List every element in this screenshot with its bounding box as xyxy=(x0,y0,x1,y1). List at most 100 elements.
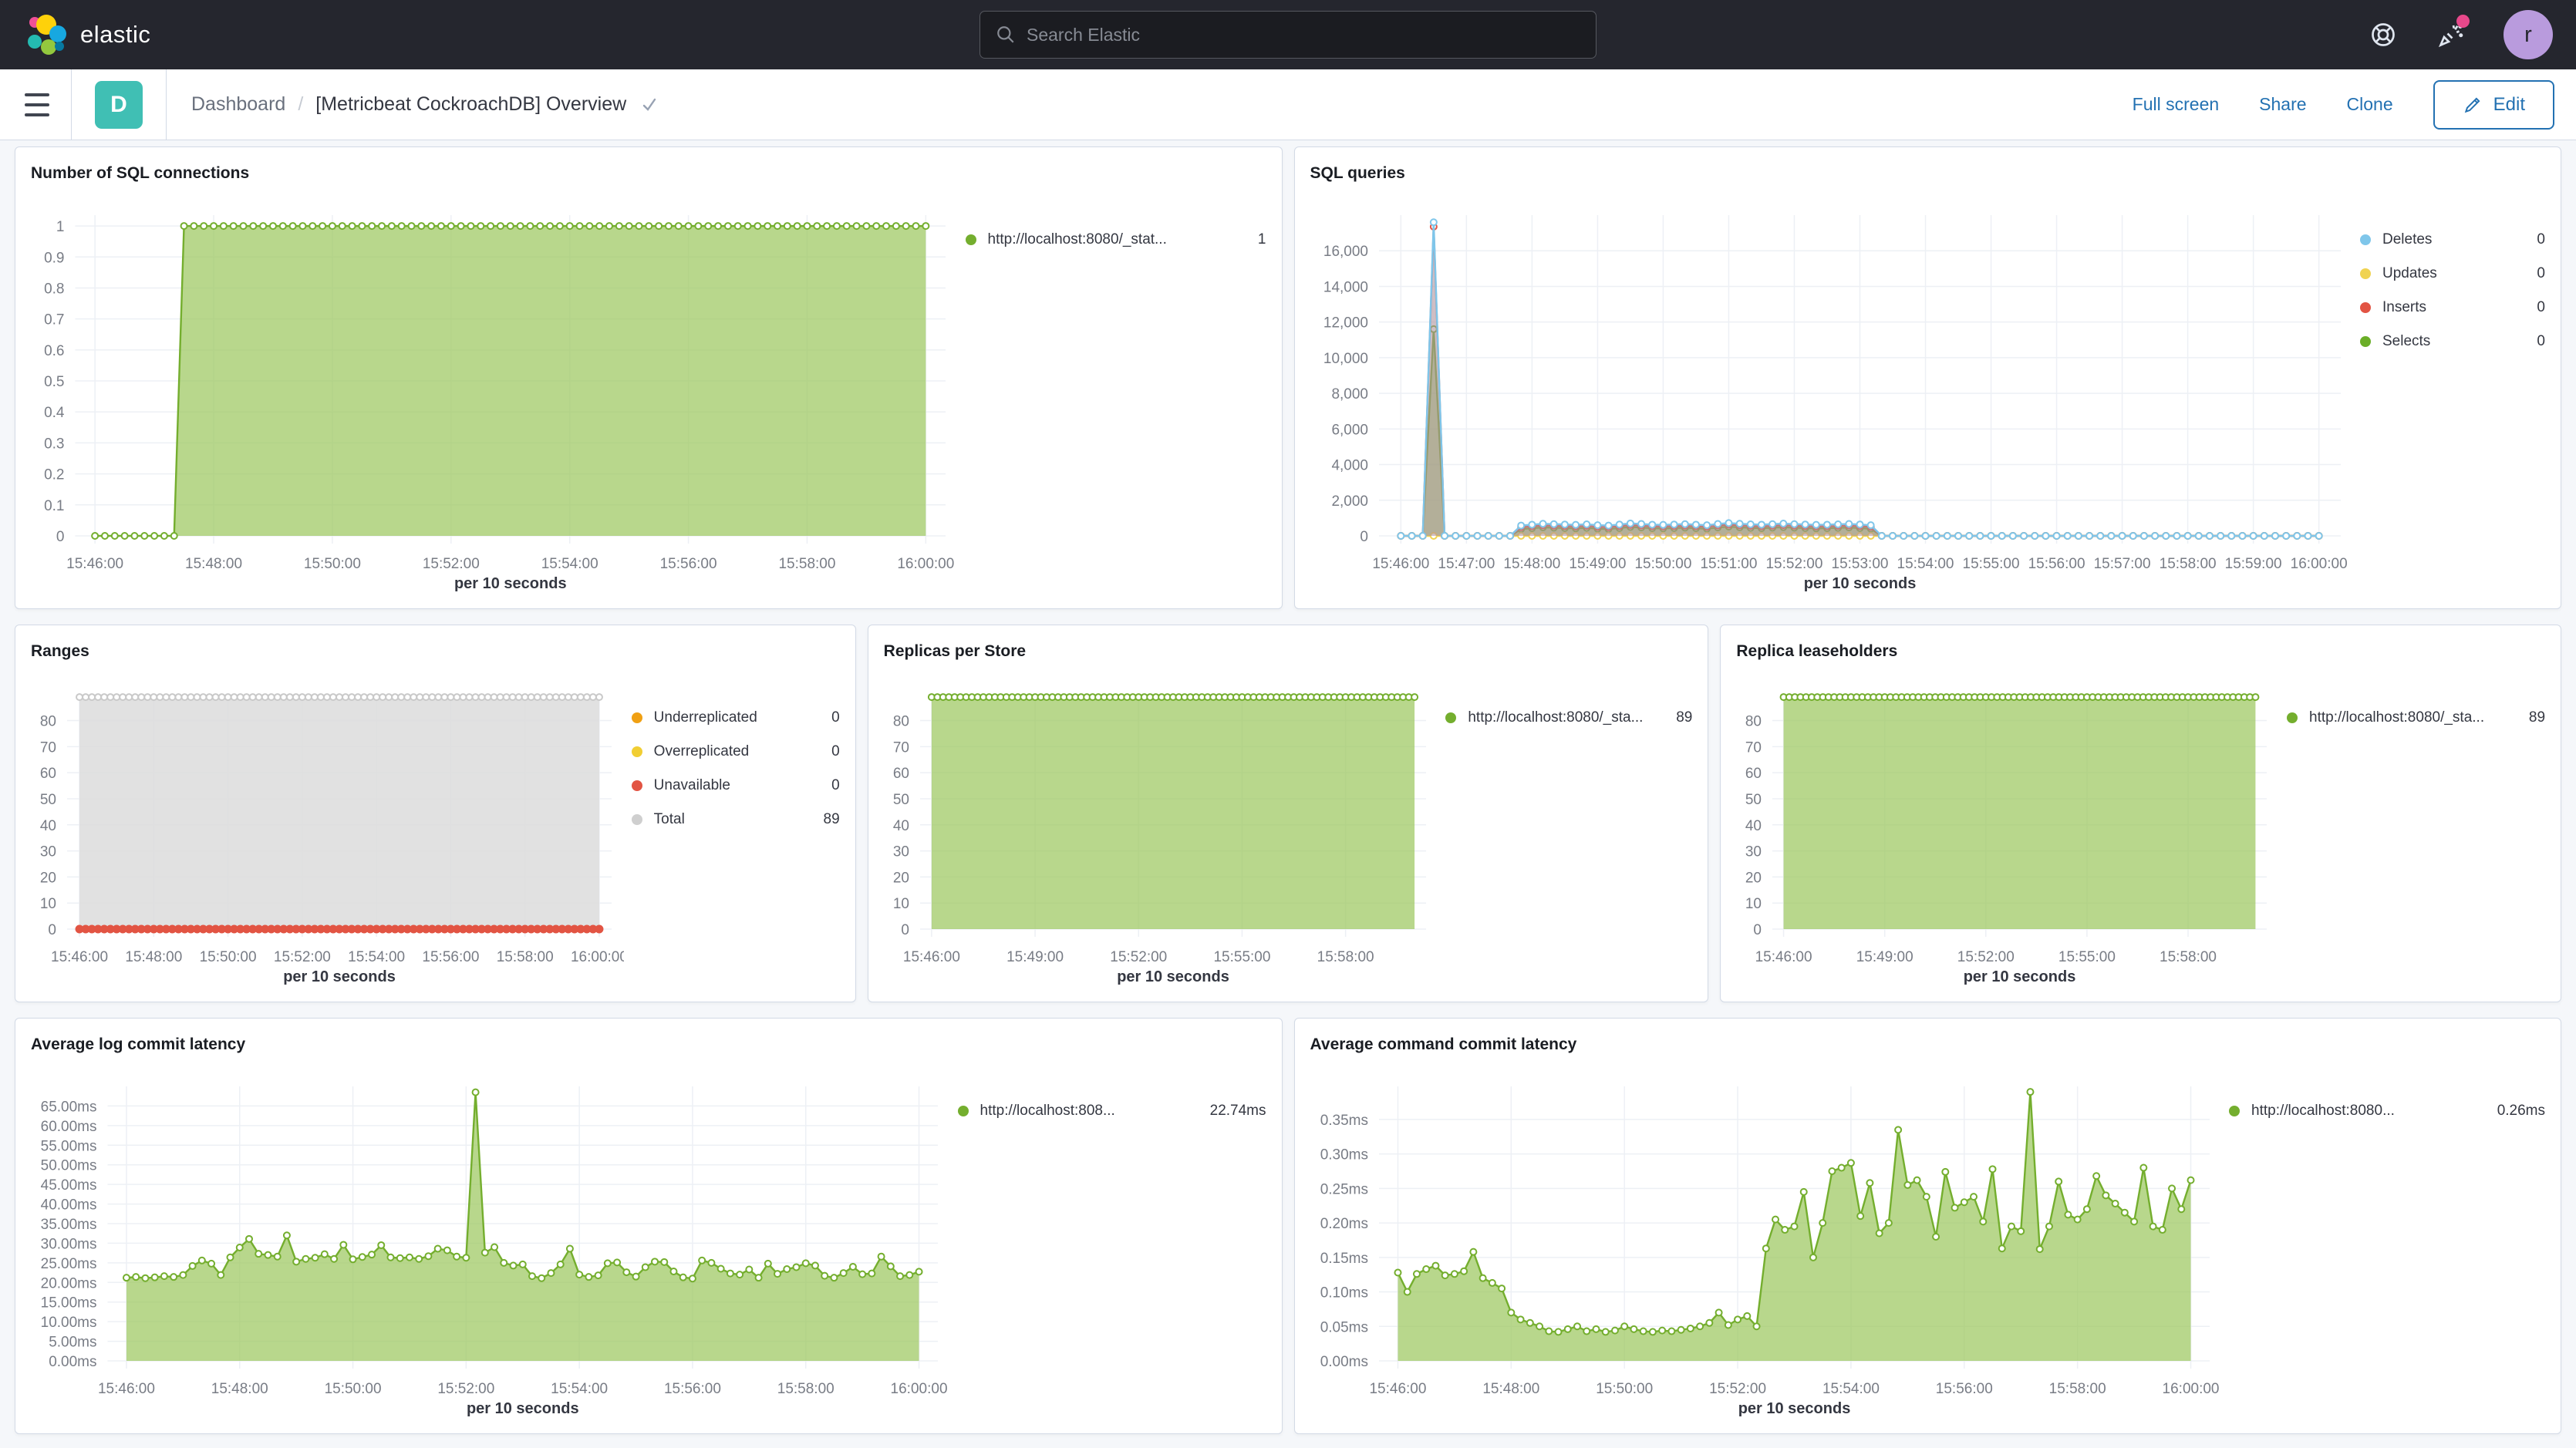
breadcrumb-separator: / xyxy=(298,93,303,116)
global-search[interactable] xyxy=(979,11,1597,59)
svg-text:per 10 seconds: per 10 seconds xyxy=(467,1400,579,1417)
svg-text:0.9: 0.9 xyxy=(44,250,64,266)
legend-item[interactable]: http://localhost:808...22.74ms xyxy=(958,1094,1266,1128)
legend-label: Inserts xyxy=(2382,299,2497,316)
panel-ranges: Ranges 0102030405060708015:46:0015:48:00… xyxy=(15,625,856,1002)
svg-text:16:00:00: 16:00:00 xyxy=(897,556,954,572)
svg-text:15:56:00: 15:56:00 xyxy=(2028,556,2085,572)
chart-canvas-replicas-per-store[interactable]: 0102030405060708015:46:0015:49:0015:52:0… xyxy=(884,665,1438,994)
breadcrumb-dashboard-link[interactable]: Dashboard xyxy=(191,93,285,116)
chart-canvas-log-commit-latency[interactable]: 0.00ms5.00ms10.00ms15.00ms20.00ms25.00ms… xyxy=(31,1059,950,1426)
panel-title: Replica leaseholders xyxy=(1736,638,2545,665)
legend-item[interactable]: Overreplicated0 xyxy=(632,735,840,769)
help-button[interactable] xyxy=(2368,19,2399,50)
news-feed-button[interactable] xyxy=(2436,19,2466,50)
svg-text:50: 50 xyxy=(40,792,56,808)
legend-value: 0.26ms xyxy=(2497,1103,2545,1120)
svg-text:70: 70 xyxy=(40,739,56,756)
svg-text:0: 0 xyxy=(901,922,909,938)
legend-color-dot xyxy=(958,1106,969,1116)
chart-svg: 0102030405060708015:46:0015:49:0015:52:0… xyxy=(884,665,1438,994)
chart-legend: http://localhost:808...22.74ms xyxy=(950,1059,1266,1426)
legend-value: 0 xyxy=(806,777,840,794)
legend-item[interactable]: Deletes0 xyxy=(2360,223,2545,257)
title-caret-button[interactable] xyxy=(640,96,659,114)
chart-legend: http://localhost:8080/_sta...89 xyxy=(1438,665,1692,994)
chart-canvas-sql-queries[interactable]: 02,0004,0006,0008,00010,00012,00014,0001… xyxy=(1310,187,2353,601)
chart-legend: http://localhost:8080/_stat...1 xyxy=(958,187,1266,601)
menu-hamburger-icon[interactable] xyxy=(22,92,52,118)
svg-text:0: 0 xyxy=(1360,529,1368,545)
svg-text:15:46:00: 15:46:00 xyxy=(1372,556,1429,572)
legend-item[interactable]: http://localhost:8080...0.26ms xyxy=(2229,1094,2545,1128)
svg-text:0.7: 0.7 xyxy=(44,312,64,328)
legend-color-dot xyxy=(2360,268,2371,279)
svg-text:1: 1 xyxy=(56,219,65,235)
legend-item[interactable]: Unavailable0 xyxy=(632,769,840,803)
svg-text:15:58:00: 15:58:00 xyxy=(2159,556,2216,572)
svg-text:35.00ms: 35.00ms xyxy=(41,1217,97,1233)
svg-text:15:49:00: 15:49:00 xyxy=(1569,556,1626,572)
chart-svg: 0.00ms0.05ms0.10ms0.15ms0.20ms0.25ms0.30… xyxy=(1310,1059,2222,1426)
svg-text:0.20ms: 0.20ms xyxy=(1320,1216,1367,1232)
svg-text:15:48:00: 15:48:00 xyxy=(125,949,182,965)
legend-item[interactable]: http://localhost:8080/_sta...89 xyxy=(1445,701,1692,735)
svg-text:60: 60 xyxy=(40,766,56,782)
svg-text:15:52:00: 15:52:00 xyxy=(437,1381,494,1397)
svg-text:15:49:00: 15:49:00 xyxy=(1006,949,1064,965)
svg-text:40: 40 xyxy=(893,818,909,834)
legend-item[interactable]: Total89 xyxy=(632,803,840,837)
chart-canvas-sql-connections[interactable]: 00.10.20.30.40.50.60.70.80.9115:46:0015:… xyxy=(31,187,958,601)
svg-text:40: 40 xyxy=(1745,818,1762,834)
chart-canvas-replica-leaseholders[interactable]: 0102030405060708015:46:0015:49:0015:52:0… xyxy=(1736,665,2279,994)
svg-text:70: 70 xyxy=(1745,739,1762,756)
svg-text:15:48:00: 15:48:00 xyxy=(1482,1381,1539,1397)
legend-label: http://localhost:808... xyxy=(980,1103,1196,1120)
svg-text:15:54:00: 15:54:00 xyxy=(1897,556,1954,572)
svg-text:per 10 seconds: per 10 seconds xyxy=(1803,575,1916,592)
svg-text:15:53:00: 15:53:00 xyxy=(1831,556,1888,572)
panel-avg-log-commit-latency: Average log commit latency 0.00ms5.00ms1… xyxy=(15,1018,1283,1434)
svg-text:80: 80 xyxy=(893,714,909,730)
legend-value: 0 xyxy=(806,709,840,726)
edit-button[interactable]: Edit xyxy=(2433,80,2554,130)
svg-text:10: 10 xyxy=(40,896,56,912)
svg-text:10,000: 10,000 xyxy=(1323,351,1367,367)
svg-text:20: 20 xyxy=(1745,870,1762,886)
panel-title: Number of SQL connections xyxy=(31,160,1266,187)
elastic-logo[interactable]: elastic xyxy=(23,12,150,57)
svg-text:45.00ms: 45.00ms xyxy=(41,1177,97,1194)
legend-item[interactable]: Updates0 xyxy=(2360,257,2545,291)
svg-text:15:50:00: 15:50:00 xyxy=(304,556,361,572)
legend-item[interactable]: Underreplicated0 xyxy=(632,701,840,735)
panel-title: Average log commit latency xyxy=(31,1031,1266,1059)
svg-text:50: 50 xyxy=(1745,792,1762,808)
svg-text:15:52:00: 15:52:00 xyxy=(274,949,331,965)
svg-text:15:50:00: 15:50:00 xyxy=(325,1381,382,1397)
svg-text:30: 30 xyxy=(893,844,909,860)
full-screen-button[interactable]: Full screen xyxy=(2133,94,2219,115)
search-input[interactable] xyxy=(1027,25,1580,45)
legend-item[interactable]: Selects0 xyxy=(2360,325,2545,359)
svg-text:15:55:00: 15:55:00 xyxy=(2058,949,2116,965)
legend-color-dot xyxy=(2287,712,2298,723)
user-avatar[interactable]: r xyxy=(2504,10,2553,59)
svg-text:30.00ms: 30.00ms xyxy=(41,1236,97,1252)
legend-item[interactable]: Inserts0 xyxy=(2360,291,2545,325)
svg-text:15:48:00: 15:48:00 xyxy=(211,1381,268,1397)
legend-color-dot xyxy=(2360,234,2371,245)
chart-canvas-ranges[interactable]: 0102030405060708015:46:0015:48:0015:50:0… xyxy=(31,665,624,994)
clone-button[interactable]: Clone xyxy=(2347,94,2393,115)
chart-canvas-command-commit-latency[interactable]: 0.00ms0.05ms0.10ms0.15ms0.20ms0.25ms0.30… xyxy=(1310,1059,2222,1426)
svg-text:15:50:00: 15:50:00 xyxy=(200,949,257,965)
svg-text:15:52:00: 15:52:00 xyxy=(1709,1381,1766,1397)
legend-item[interactable]: http://localhost:8080/_stat...1 xyxy=(966,223,1266,257)
legend-item[interactable]: http://localhost:8080/_sta...89 xyxy=(2287,701,2545,735)
svg-text:12,000: 12,000 xyxy=(1323,315,1367,332)
share-button[interactable]: Share xyxy=(2259,94,2306,115)
chart-svg: 00.10.20.30.40.50.60.70.80.9115:46:0015:… xyxy=(31,187,958,601)
svg-text:0.05ms: 0.05ms xyxy=(1320,1319,1367,1335)
dashboard-app-tab: D xyxy=(71,69,167,140)
svg-text:16:00:00: 16:00:00 xyxy=(2162,1381,2219,1397)
svg-text:10: 10 xyxy=(893,896,909,912)
